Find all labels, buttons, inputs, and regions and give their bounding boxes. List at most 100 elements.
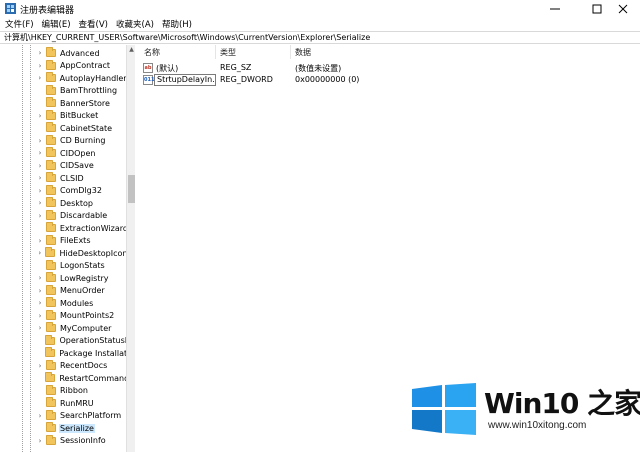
tree-item[interactable]: › SessionInfo	[36, 434, 128, 447]
menu-view[interactable]: 查看(V)	[79, 18, 108, 30]
tree-item[interactable]: BamThrottling	[36, 84, 128, 97]
folder-icon	[45, 72, 56, 82]
tree-item-label: Serialize	[59, 423, 95, 433]
tree-item-label: RecentDocs	[60, 361, 108, 370]
string-value-icon: ab	[143, 63, 153, 73]
expand-chevron-icon[interactable]: ›	[36, 272, 44, 284]
tree-item[interactable]: › CD Burning	[36, 134, 128, 147]
expand-chevron-icon[interactable]: ›	[36, 147, 44, 159]
expand-chevron-icon[interactable]: ›	[36, 160, 44, 172]
tree-item[interactable]: › FileExts	[36, 234, 128, 247]
tree-item[interactable]: RunMRU	[36, 397, 128, 409]
expand-chevron-icon[interactable]: ›	[36, 185, 44, 197]
tree-item-label: Discardable	[60, 211, 108, 220]
folder-icon	[46, 197, 56, 207]
address-bar[interactable]: 计算机\HKEY_CURRENT_USER\Software\Microsoft…	[0, 31, 640, 44]
column-divider[interactable]	[215, 45, 216, 59]
tree-item[interactable]: CabinetState	[36, 122, 128, 134]
value-row-startupdelay[interactable]: 011 StrtupDelayIn... REG_DWORD 0x0000000…	[139, 74, 640, 87]
close-icon	[618, 4, 628, 13]
tree-item[interactable]: LogonStats	[36, 259, 128, 272]
address-path[interactable]: 计算机\HKEY_CURRENT_USER\Software\Microsoft…	[4, 32, 370, 43]
expand-chevron-icon[interactable]: ›	[36, 235, 44, 247]
expand-chevron-icon[interactable]: ›	[36, 310, 44, 322]
folder-icon	[46, 184, 56, 195]
watermark: Win10 之家 www.win10xitong.com	[408, 380, 640, 452]
column-header-name[interactable]: 名称	[144, 47, 160, 58]
menu-help[interactable]: 帮助(H)	[162, 18, 192, 30]
tree-guide-line	[22, 45, 23, 452]
expand-chevron-icon[interactable]: ›	[36, 297, 44, 309]
folder-icon	[46, 422, 56, 432]
tree-item-label: AutoplayHandlers	[59, 73, 128, 83]
tree-item[interactable]: › Desktop	[36, 197, 128, 209]
value-data: (数值未设置)	[295, 64, 342, 73]
expand-chevron-icon[interactable]: ›	[36, 60, 44, 72]
expand-chevron-icon[interactable]: ›	[36, 410, 44, 422]
watermark-url: www.win10xitong.com	[488, 420, 587, 431]
expand-chevron-icon[interactable]: ›	[36, 197, 44, 209]
tree-item[interactable]: › CIDOpen	[36, 147, 128, 159]
expand-chevron-icon[interactable]: ›	[36, 285, 44, 297]
tree-item[interactable]: › HideDesktopIcons	[36, 247, 128, 259]
tree-item[interactable]: BannerStore	[36, 97, 128, 109]
column-divider[interactable]	[290, 45, 291, 59]
column-header-type[interactable]: 类型	[220, 47, 236, 58]
tree-item[interactable]: › Modules	[36, 297, 128, 309]
expand-chevron-icon[interactable]: ›	[36, 47, 44, 59]
folder-icon	[46, 359, 56, 370]
tree-item[interactable]: RestartCommands	[36, 372, 128, 384]
folder-icon	[46, 122, 56, 132]
folder-icon	[46, 109, 56, 120]
close-button[interactable]	[606, 0, 640, 17]
tree-item[interactable]: Ribbon	[36, 384, 128, 397]
folder-icon	[46, 259, 56, 270]
tree-item[interactable]: › CIDSave	[36, 159, 128, 172]
tree-item[interactable]: › CLSID	[36, 172, 128, 184]
folder-icon	[46, 134, 56, 145]
expand-chevron-icon[interactable]: ›	[36, 135, 44, 147]
registry-tree[interactable]: › Advanced › AppContract › AutoplayHandlers Ba…	[0, 45, 135, 452]
expand-chevron-icon[interactable]: ›	[36, 210, 44, 222]
tree-item[interactable]: › MyComputer	[36, 322, 128, 334]
menu-file[interactable]: 文件(F)	[5, 18, 34, 30]
expand-chevron-icon[interactable]: ›	[36, 72, 44, 84]
expand-chevron-icon[interactable]: ›	[36, 172, 44, 184]
menu-favorites[interactable]: 收藏夹(A)	[116, 18, 154, 30]
tree-item[interactable]: › Discardable	[36, 209, 128, 222]
tree-scrollbar[interactable]: ▲	[126, 45, 135, 452]
list-header: 名称 类型 数据	[139, 45, 640, 59]
rename-input[interactable]: StrtupDelayIn...	[154, 74, 216, 86]
scroll-up-arrow-icon[interactable]: ▲	[127, 45, 136, 54]
folder-icon	[46, 434, 56, 445]
tree-item[interactable]: Package Installatic	[36, 347, 128, 359]
tree-item[interactable]: › LowRegistry	[36, 272, 128, 284]
tree-item[interactable]: › AutoplayHandlers	[36, 72, 128, 84]
column-header-data[interactable]: 数据	[295, 47, 311, 58]
tree-item[interactable]: Serialize	[36, 422, 128, 434]
folder-icon	[45, 247, 56, 257]
tree-item-label: BitBucket	[60, 111, 99, 120]
minimize-button[interactable]	[538, 0, 572, 17]
tree-item[interactable]: OperationStatusM	[36, 334, 128, 347]
expand-chevron-icon[interactable]: ›	[36, 435, 44, 447]
tree-item[interactable]: › BitBucket	[36, 109, 128, 122]
expand-chevron-icon[interactable]: ›	[36, 110, 44, 122]
tree-item[interactable]: › MenuOrder	[36, 284, 128, 297]
scroll-thumb[interactable]	[128, 175, 135, 203]
tree-item[interactable]: › AppContract	[36, 59, 128, 72]
tree-item[interactable]: › MountPoints2	[36, 309, 128, 322]
expand-chevron-icon[interactable]: ›	[36, 247, 43, 259]
tree-item-label: Advanced	[60, 48, 100, 58]
value-name: (默认)	[156, 64, 179, 73]
tree-item-label: MyComputer	[60, 323, 112, 333]
tree-item[interactable]: › SearchPlatform	[36, 409, 128, 422]
tree-item[interactable]: › RecentDocs	[36, 359, 128, 372]
tree-item[interactable]: › ComDlg32	[36, 184, 128, 197]
tree-item[interactable]: ExtractionWizard	[36, 222, 128, 234]
tree-item[interactable]: › Advanced	[36, 47, 128, 59]
expand-chevron-icon[interactable]: ›	[36, 322, 44, 334]
expand-chevron-icon[interactable]: ›	[36, 360, 44, 372]
menu-edit[interactable]: 编辑(E)	[42, 18, 71, 30]
